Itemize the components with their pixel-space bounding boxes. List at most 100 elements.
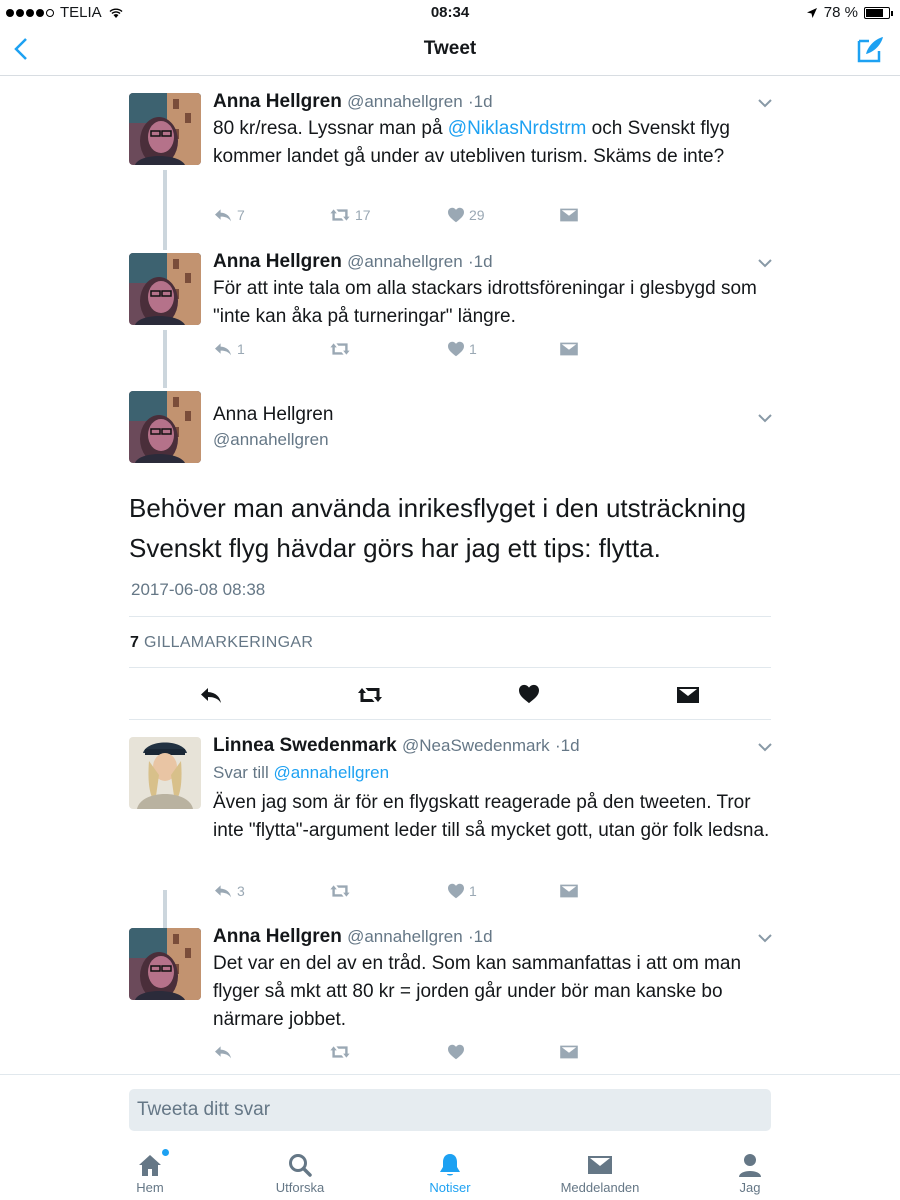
chevron-down-icon[interactable] [757, 413, 773, 423]
chevron-down-icon[interactable] [757, 742, 773, 752]
reply-context: Svar till @annahellgren [213, 759, 778, 787]
reply-button[interactable] [213, 1044, 237, 1060]
retweet-button[interactable] [329, 341, 355, 357]
reply-count: 7 [237, 207, 245, 223]
tweet-text: Även jag som är för en flygskatt reagera… [213, 792, 770, 841]
avatar[interactable] [129, 928, 201, 1000]
status-bar: TELIA 08:34 78 % [0, 0, 900, 26]
envelope-icon [588, 1156, 612, 1174]
reply-button[interactable]: 3 [213, 883, 245, 899]
retweet-button[interactable] [329, 1044, 355, 1060]
focused-tweet-actions [129, 683, 771, 713]
like-button[interactable]: 1 [447, 883, 477, 899]
tweet-header: Anna Hellgren @annahellgren ·1d [213, 926, 493, 948]
heart-icon [447, 341, 465, 357]
tweet-actions: 7 17 29 [213, 207, 633, 227]
retweet-icon [329, 207, 351, 223]
chevron-down-icon[interactable] [757, 933, 773, 943]
tweet-text-part: 80 kr/resa. Lyssnar man på [213, 118, 448, 139]
direct-message-button[interactable] [559, 207, 579, 223]
retweet-button[interactable]: 17 [329, 207, 371, 223]
avatar[interactable] [129, 737, 201, 809]
author-handle: @annahellgren [347, 927, 463, 946]
divider [129, 719, 771, 720]
author-name[interactable]: Anna Hellgren [213, 91, 342, 112]
heart-icon [447, 883, 465, 899]
unread-dot [162, 1149, 169, 1156]
author-name[interactable]: Linnea Swedenmark [213, 735, 397, 756]
direct-message-button[interactable] [559, 1044, 579, 1060]
divider [129, 616, 771, 617]
author-handle: @annahellgren [213, 430, 329, 449]
mention-link[interactable]: @annahellgren [273, 763, 389, 782]
heart-icon [447, 207, 465, 223]
envelope-icon [559, 207, 579, 223]
retweet-count: 17 [355, 207, 371, 223]
tweet-actions: 3 1 [213, 883, 633, 903]
author-name[interactable]: Anna Hellgren [213, 926, 342, 947]
clock: 08:34 [430, 4, 470, 21]
envelope-icon [559, 1044, 579, 1060]
likes-summary[interactable]: 7 GILLAMARKERINGAR [130, 634, 313, 652]
divider [129, 667, 771, 668]
search-icon [289, 1154, 312, 1177]
compose-tweet-icon[interactable] [856, 34, 886, 64]
reply-icon[interactable] [199, 685, 223, 705]
tweet-age: 1d [560, 736, 580, 755]
chevron-down-icon[interactable] [757, 98, 773, 108]
tweet-actions: 1 1 [213, 341, 633, 361]
battery-level-fill [866, 8, 884, 17]
direct-message-button[interactable] [559, 341, 579, 357]
tab-explore[interactable]: Utforska [245, 1144, 355, 1195]
author-handle-row: @annahellgren [213, 429, 329, 451]
retweet-button[interactable] [329, 883, 355, 899]
like-button[interactable]: 1 [447, 341, 477, 357]
tab-home[interactable]: Hem [95, 1144, 205, 1195]
author-name[interactable]: Anna Hellgren [213, 251, 342, 272]
thread-connector [163, 330, 167, 388]
page-title: Tweet [423, 38, 477, 59]
author-name[interactable]: Anna Hellgren [213, 404, 333, 426]
location-arrow-icon [806, 7, 817, 18]
like-count: 1 [469, 883, 477, 899]
tab-notifications[interactable]: Notiser [395, 1144, 505, 1195]
thread-connector [163, 170, 167, 250]
tweet-header: Anna Hellgren @annahellgren ·1d [213, 91, 493, 113]
tweet-actions [213, 1044, 633, 1064]
tab-profile[interactable]: Jag [695, 1144, 805, 1195]
chevron-down-icon[interactable] [757, 258, 773, 268]
reply-composer: Tweeta ditt svar [0, 1074, 900, 1144]
envelope-icon[interactable] [676, 685, 700, 705]
retweet-icon [329, 1044, 351, 1060]
direct-message-button[interactable] [559, 883, 579, 899]
battery-icon [864, 6, 893, 19]
avatar[interactable] [129, 253, 201, 325]
avatar[interactable] [129, 391, 201, 463]
tweet-header: Linnea Swedenmark @NeaSwedenmark ·1d [213, 735, 580, 757]
tweet-age: 1d [473, 252, 493, 271]
like-count: 29 [469, 207, 485, 223]
like-button[interactable] [447, 1044, 469, 1060]
home-icon [139, 1155, 161, 1176]
heart-icon[interactable] [518, 684, 540, 704]
reply-button[interactable]: 7 [213, 207, 245, 223]
retweet-icon [329, 341, 351, 357]
like-button[interactable]: 29 [447, 207, 485, 223]
tweet-text: För att inte tala om alla stackars idrot… [213, 278, 757, 327]
likes-count: 7 [130, 634, 140, 651]
reply-count: 3 [237, 883, 245, 899]
tab-label: Meddelanden [560, 1180, 640, 1195]
tab-label: Utforska [275, 1180, 325, 1195]
tab-label: Notiser [429, 1180, 471, 1195]
mention-link[interactable]: @NiklasNrdstrm [448, 118, 587, 139]
tab-messages[interactable]: Meddelanden [545, 1144, 655, 1195]
reply-button[interactable]: 1 [213, 341, 245, 357]
reply-input[interactable]: Tweeta ditt svar [129, 1089, 771, 1131]
retweet-icon[interactable] [356, 685, 384, 705]
reply-context-label: Svar till [213, 763, 274, 782]
tweet-text: Det var en del av en tråd. Som kan samma… [213, 953, 742, 1030]
like-count: 1 [469, 341, 477, 357]
heart-icon [447, 1044, 465, 1060]
avatar[interactable] [129, 93, 201, 165]
author-handle: @annahellgren [347, 252, 463, 271]
